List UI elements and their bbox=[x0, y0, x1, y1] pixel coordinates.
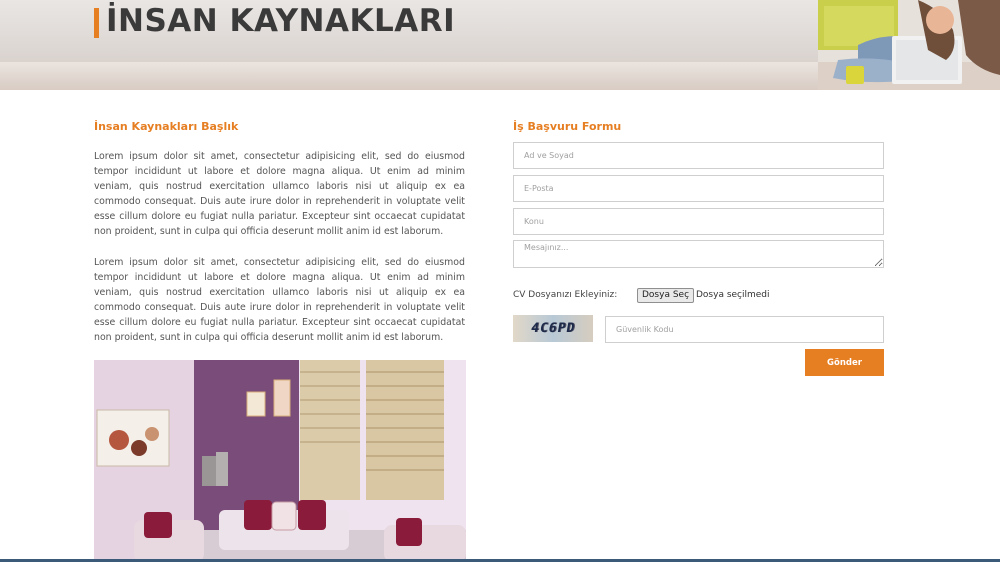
captcha-image: 4C6PD bbox=[513, 315, 593, 342]
submit-button[interactable]: Gönder bbox=[805, 349, 884, 376]
intro-paragraph: Lorem ipsum dolor sit amet, consectetur … bbox=[94, 257, 465, 343]
banner-photo bbox=[818, 0, 1000, 90]
intro-paragraph: Lorem ipsum dolor sit amet, consectetur … bbox=[94, 151, 465, 237]
cv-upload-label: CV Dosyanızı Ekleyiniz: bbox=[513, 290, 618, 300]
message-textarea[interactable] bbox=[513, 240, 884, 268]
choose-file-button[interactable]: Dosya Seç bbox=[637, 288, 695, 303]
security-code-input[interactable] bbox=[605, 316, 884, 343]
form-heading: İş Başvuru Formu bbox=[513, 120, 622, 133]
title-accent-bar bbox=[94, 8, 99, 38]
section-heading: İnsan Kaynakları Başlık bbox=[94, 120, 239, 133]
room-photo bbox=[94, 360, 466, 562]
page-title: İNSAN KAYNAKLARI bbox=[106, 3, 456, 39]
file-status-text: Dosya seçilmedi bbox=[696, 290, 770, 300]
subject-input[interactable] bbox=[513, 208, 884, 235]
captcha-text: 4C6PD bbox=[529, 321, 577, 336]
name-input[interactable] bbox=[513, 142, 884, 169]
header-banner: İNSAN KAYNAKLARI bbox=[0, 0, 1000, 90]
email-input[interactable] bbox=[513, 175, 884, 202]
